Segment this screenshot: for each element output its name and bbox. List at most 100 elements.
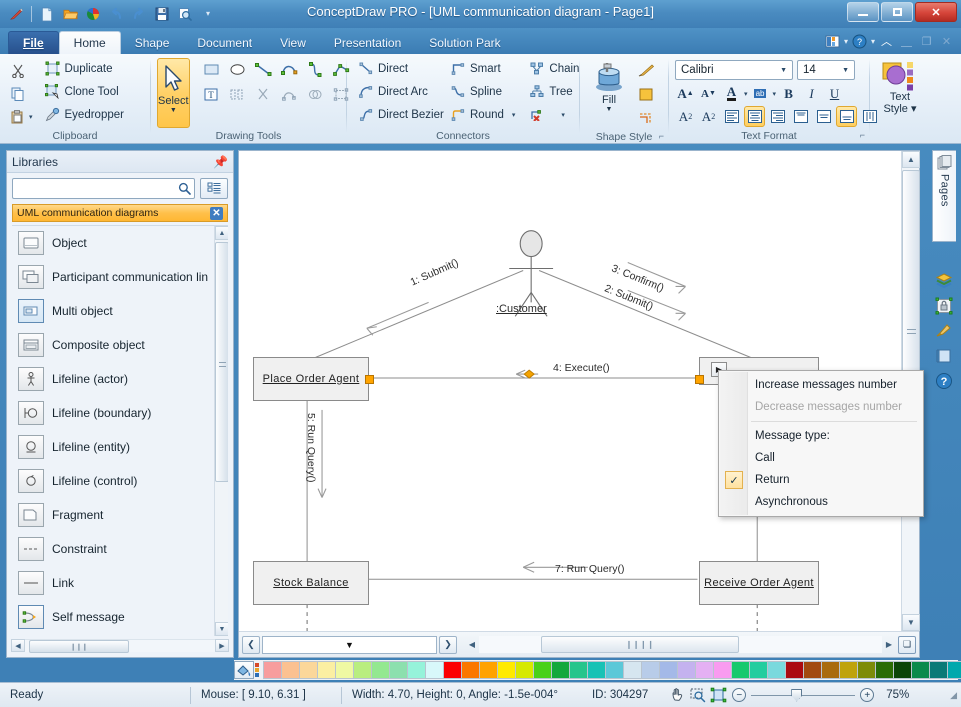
palette-options-dots[interactable]	[255, 663, 259, 677]
scissors-tool-icon[interactable]	[252, 83, 275, 105]
list-item[interactable]: Fragment	[12, 498, 214, 532]
context-menu-item-call[interactable]: Call	[719, 447, 923, 469]
library-scroll-down-button[interactable]: ▼	[215, 622, 228, 636]
eyedropper-button[interactable]: Eyedropper	[40, 104, 129, 125]
color-swatch[interactable]	[659, 661, 678, 679]
select-tool-button[interactable]: Select ▼	[157, 58, 190, 128]
connector-smart-button[interactable]: Smart	[445, 58, 520, 79]
list-item[interactable]: Lifeline (actor)	[12, 362, 214, 396]
round-caret-icon[interactable]: ▾	[512, 111, 516, 119]
color-swatch[interactable]	[641, 661, 660, 679]
list-item[interactable]: Multi object	[12, 294, 214, 328]
align-bottom-button[interactable]	[836, 106, 857, 127]
font-name-caret-icon[interactable]: ▼	[777, 67, 790, 74]
color-swatch[interactable]	[461, 661, 480, 679]
list-item[interactable]: Object	[12, 226, 214, 260]
library-hscroll-thumb[interactable]: ❙❙❙	[29, 640, 129, 653]
open-folder-icon[interactable]	[60, 4, 80, 24]
connector-round-button[interactable]: Round ▾	[445, 104, 520, 125]
color-swatch[interactable]	[749, 661, 768, 679]
library-tab-uml-communication[interactable]: UML communication diagrams ✕	[12, 204, 228, 222]
layers-icon[interactable]	[933, 270, 955, 292]
color-swatch[interactable]	[767, 661, 786, 679]
list-item[interactable]: Lifeline (control)	[12, 464, 214, 498]
font-color-caret-icon[interactable]: ▾	[744, 90, 748, 98]
connector-spline-button[interactable]: Spline	[445, 81, 520, 102]
color-swatch[interactable]	[551, 661, 570, 679]
minimize-button[interactable]	[847, 2, 879, 22]
library-vertical-scrollbar[interactable]: ▲ ▼	[214, 226, 228, 636]
library-hscroll-right-button[interactable]: ▶	[215, 639, 229, 652]
shrink-font-button[interactable]: A ▼	[698, 83, 719, 104]
color-swatch[interactable]	[497, 661, 516, 679]
help-icon[interactable]: ?	[851, 33, 868, 50]
selection-handle-right[interactable]	[695, 375, 704, 384]
union-tool-icon[interactable]	[304, 83, 327, 105]
list-item[interactable]: Participant communication lin	[12, 260, 214, 294]
previous-page-button[interactable]: ❮	[242, 635, 260, 654]
color-swatch[interactable]	[623, 661, 642, 679]
color-swatch[interactable]	[299, 661, 318, 679]
canvas-scroll-down-button[interactable]: ▼	[902, 614, 920, 631]
solution-browser-caret-icon[interactable]: ▾	[844, 37, 848, 46]
cut-button[interactable]	[6, 60, 29, 82]
align-center-button[interactable]	[744, 106, 765, 127]
connector-direct-bezier-button[interactable]: Direct Bezier	[353, 104, 445, 125]
canvas-hscroll-right-button[interactable]: ▶	[882, 640, 896, 649]
fill-caret-icon[interactable]: ▼	[606, 106, 613, 113]
undo-icon[interactable]	[106, 4, 126, 24]
format-painter-icon[interactable]	[933, 320, 955, 342]
color-swatch[interactable]	[335, 661, 354, 679]
color-swatch[interactable]	[263, 661, 282, 679]
protection-icon[interactable]	[933, 295, 955, 317]
color-swatch[interactable]	[353, 661, 372, 679]
path-edit-tool-icon[interactable]	[278, 83, 301, 105]
shape-properties-icon[interactable]	[933, 345, 955, 367]
select-tool-caret-icon[interactable]: ▼	[170, 107, 177, 114]
maximize-button[interactable]	[881, 2, 913, 22]
color-wheel-icon[interactable]	[83, 4, 103, 24]
context-menu-item-return[interactable]: ✓ Return	[719, 469, 923, 491]
page-tab[interactable]: ▼	[262, 635, 437, 654]
text-style-button[interactable]: Text Style ▾	[876, 58, 924, 128]
close-icon[interactable]: ✕	[210, 206, 223, 220]
color-swatch[interactable]	[569, 661, 588, 679]
tab-shape[interactable]: Shape	[121, 31, 184, 54]
underline-button[interactable]: U	[824, 83, 845, 104]
color-swatch[interactable]	[587, 661, 606, 679]
node-place-order-agent[interactable]: Place Order Agent	[253, 357, 369, 401]
rectangle-tool-icon[interactable]	[200, 58, 223, 80]
list-item[interactable]: Self message (rectangular)	[12, 634, 214, 636]
canvas-hscroll-left-button[interactable]: ◀	[465, 640, 479, 649]
search-input[interactable]	[16, 182, 178, 195]
canvas-hscroll-track[interactable]: ❙❙❙❙	[479, 636, 882, 653]
close-button[interactable]: ✕	[915, 2, 957, 22]
distribute-tool-icon[interactable]	[226, 83, 249, 105]
paste-button[interactable]: ▾	[6, 106, 36, 127]
font-color-button[interactable]: A	[721, 83, 742, 104]
zoom-select-icon[interactable]	[688, 686, 708, 704]
context-menu-item-asynchronous[interactable]: Asynchronous	[719, 491, 923, 513]
search-icon[interactable]	[178, 182, 191, 195]
library-hscroll-left-button[interactable]: ◀	[11, 639, 25, 652]
bezier-tool-icon[interactable]	[304, 58, 327, 80]
tab-presentation[interactable]: Presentation	[320, 31, 415, 54]
list-item[interactable]: Link	[12, 566, 214, 600]
color-swatch[interactable]	[479, 661, 498, 679]
library-scroll-up-button[interactable]: ▲	[215, 226, 228, 240]
color-swatch[interactable]	[803, 661, 822, 679]
connector-direct-button[interactable]: Direct	[353, 58, 445, 79]
help-caret-icon[interactable]: ▾	[871, 37, 875, 46]
canvas-horizontal-scrollbar[interactable]: ◀ ❙❙❙❙ ▶	[465, 636, 896, 654]
align-right-button[interactable]	[767, 106, 788, 127]
color-swatch[interactable]	[407, 661, 426, 679]
app-logo-icon[interactable]	[6, 4, 26, 24]
pan-hand-icon[interactable]	[668, 686, 688, 704]
fill-color-icon[interactable]	[634, 84, 657, 106]
duplicate-button[interactable]: Duplicate	[40, 58, 129, 79]
list-item[interactable]: Constraint	[12, 532, 214, 566]
superscript-button[interactable]: A2	[675, 106, 696, 127]
library-scroll-thumb[interactable]	[215, 242, 228, 482]
shape-style-dialog-launcher[interactable]: ⌐	[659, 129, 664, 144]
customize-qat-icon[interactable]: ▾	[198, 4, 218, 24]
